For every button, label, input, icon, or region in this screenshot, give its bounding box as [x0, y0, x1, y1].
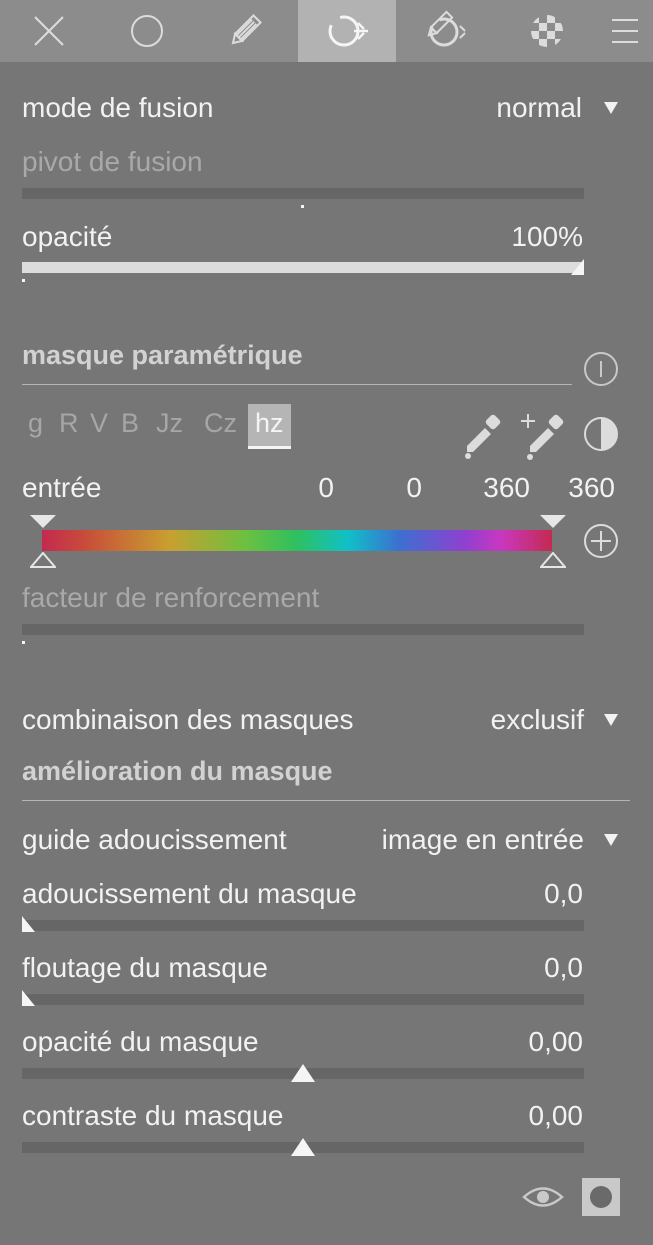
mask-blur-handle[interactable]	[22, 990, 36, 1006]
mask-opacity-label: opacité du masque	[22, 1026, 259, 1057]
input-value-2: 0	[406, 472, 422, 503]
input-value-4: 360	[568, 472, 615, 503]
hamburger-menu-icon	[611, 19, 638, 43]
opacity-value: 100%	[511, 221, 583, 252]
blend-pivot-marker	[301, 205, 304, 208]
mask-blur-slider[interactable]	[22, 994, 584, 1005]
channel-tab-r[interactable]: R	[59, 410, 79, 437]
section-divider	[22, 800, 630, 801]
chevron-down-icon	[604, 714, 618, 726]
combine-masks-value: exclusif	[490, 704, 584, 735]
input-label: entrée	[22, 472, 102, 503]
tab-drawn-parametric[interactable]	[396, 0, 494, 62]
eye-icon[interactable]	[522, 1184, 564, 1210]
mask-contrast-value: 0,00	[528, 1100, 584, 1131]
smoothing-guide-label: guide adoucissement	[22, 824, 287, 855]
raster-mask-icon	[531, 15, 563, 47]
mask-blur-label: floutage du masque	[22, 952, 268, 983]
color-picker-icon[interactable]	[463, 414, 505, 460]
blend-mode-label: mode de fusion	[22, 92, 214, 123]
close-icon	[34, 16, 64, 46]
opacity-marker	[22, 279, 25, 282]
input-value-3: 360	[483, 472, 530, 503]
channel-tab-b[interactable]: B	[121, 410, 139, 437]
mask-smoothing-handle[interactable]	[22, 916, 36, 932]
channel-tab-cz[interactable]: Cz	[204, 410, 237, 437]
smoothing-guide-dropdown[interactable]: image en entrée	[350, 822, 620, 858]
tab-parametric[interactable]	[298, 0, 396, 62]
output-range-marker-right[interactable]	[540, 552, 566, 568]
smoothing-guide-value: image en entrée	[381, 824, 584, 855]
input-range-marker-left[interactable]	[30, 515, 56, 528]
channel-tab-g[interactable]: g	[28, 410, 43, 437]
circle-icon	[131, 15, 163, 47]
invert-polarity-icon[interactable]	[582, 415, 620, 453]
blend-tab-bar	[0, 0, 653, 62]
color-picker-set-values-icon[interactable]	[520, 412, 568, 460]
combine-masks-label: combinaison des masques	[22, 704, 354, 735]
section-divider	[22, 384, 572, 385]
add-shape-icon[interactable]	[582, 522, 620, 560]
boost-factor-marker	[22, 641, 25, 644]
mask-smoothing-label: adoucissement du masque	[22, 878, 357, 909]
pencil-icon	[231, 14, 262, 45]
tab-raster[interactable]	[498, 0, 596, 62]
opacity-handle[interactable]	[571, 259, 585, 275]
mask-blur-value: 0,0	[544, 952, 583, 983]
chevron-down-icon	[604, 834, 618, 846]
tab-drawn[interactable]	[196, 0, 294, 62]
blend-pivot-slider[interactable]	[22, 188, 584, 199]
channel-tab-hz[interactable]: hz	[248, 404, 291, 449]
channel-tab-jz[interactable]: Jz	[156, 410, 183, 437]
input-range-marker-right[interactable]	[540, 515, 566, 528]
input-value-1: 0	[318, 472, 334, 503]
mask-opacity-value: 0,00	[528, 1026, 584, 1057]
mask-smoothing-slider[interactable]	[22, 920, 584, 931]
mask-contrast-label: contraste du masque	[22, 1100, 284, 1131]
boost-factor-slider[interactable]	[22, 624, 584, 635]
mask-opacity-handle[interactable]	[291, 1064, 315, 1082]
mask-display-icon[interactable]	[582, 1178, 620, 1216]
hue-gradient-bar[interactable]	[42, 530, 552, 551]
mask-refinement-title: amélioration du masque	[22, 756, 333, 786]
parametric-mask-title: masque paramétrique	[22, 340, 303, 370]
tab-uniform[interactable]	[98, 0, 196, 62]
boost-factor-label: facteur de renforcement	[22, 582, 320, 613]
blend-pivot-label: pivot de fusion	[22, 146, 203, 177]
tab-menu[interactable]	[596, 0, 653, 62]
output-range-marker-left[interactable]	[30, 552, 56, 568]
chevron-down-icon	[604, 102, 618, 114]
opacity-fill	[22, 262, 584, 273]
channel-tab-v[interactable]: V	[90, 410, 108, 437]
blend-mode-dropdown[interactable]: normal	[460, 90, 620, 126]
blend-mode-value: normal	[496, 92, 582, 123]
drawn-parametric-mask-icon	[427, 10, 466, 47]
mask-smoothing-value: 0,0	[544, 878, 583, 909]
tab-off[interactable]	[0, 0, 98, 62]
opacity-label: opacité	[22, 221, 113, 252]
parametric-toggle-icon[interactable]	[582, 350, 620, 388]
mask-contrast-handle[interactable]	[291, 1138, 315, 1156]
combine-masks-dropdown[interactable]: exclusif	[460, 702, 620, 738]
parametric-mask-icon	[328, 15, 368, 47]
opacity-slider[interactable]	[22, 262, 584, 273]
